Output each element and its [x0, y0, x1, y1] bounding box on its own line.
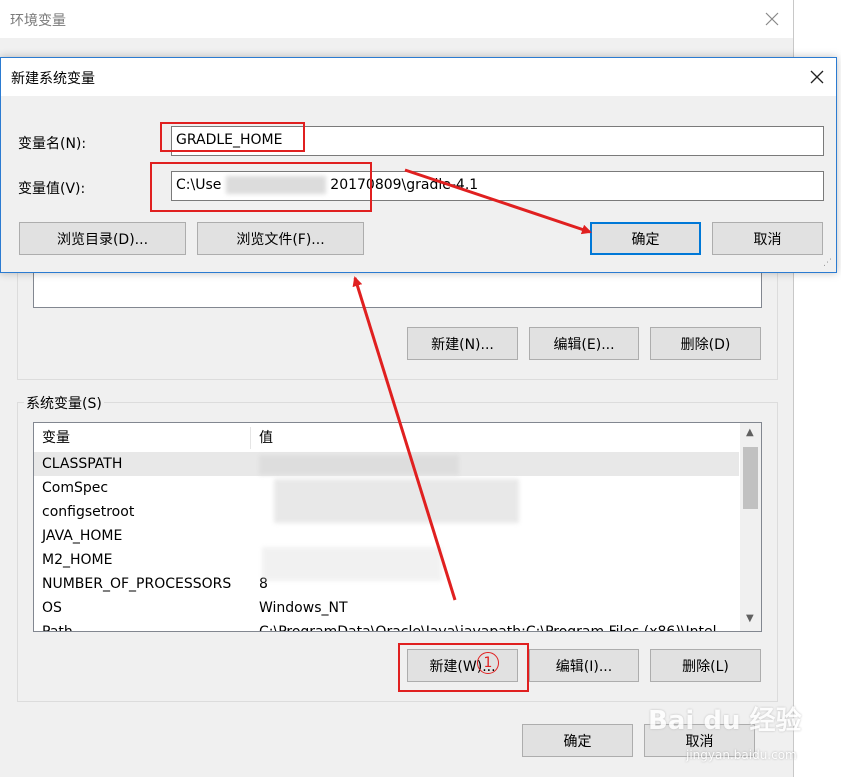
watermark-url: jingyan.baidu.com	[686, 748, 797, 762]
watermark-brand: Bai du 经验	[648, 706, 802, 736]
arrow-to-dialog	[352, 276, 457, 601]
arrow-to-ok	[404, 168, 592, 235]
annotation-arrows	[352, 168, 592, 601]
